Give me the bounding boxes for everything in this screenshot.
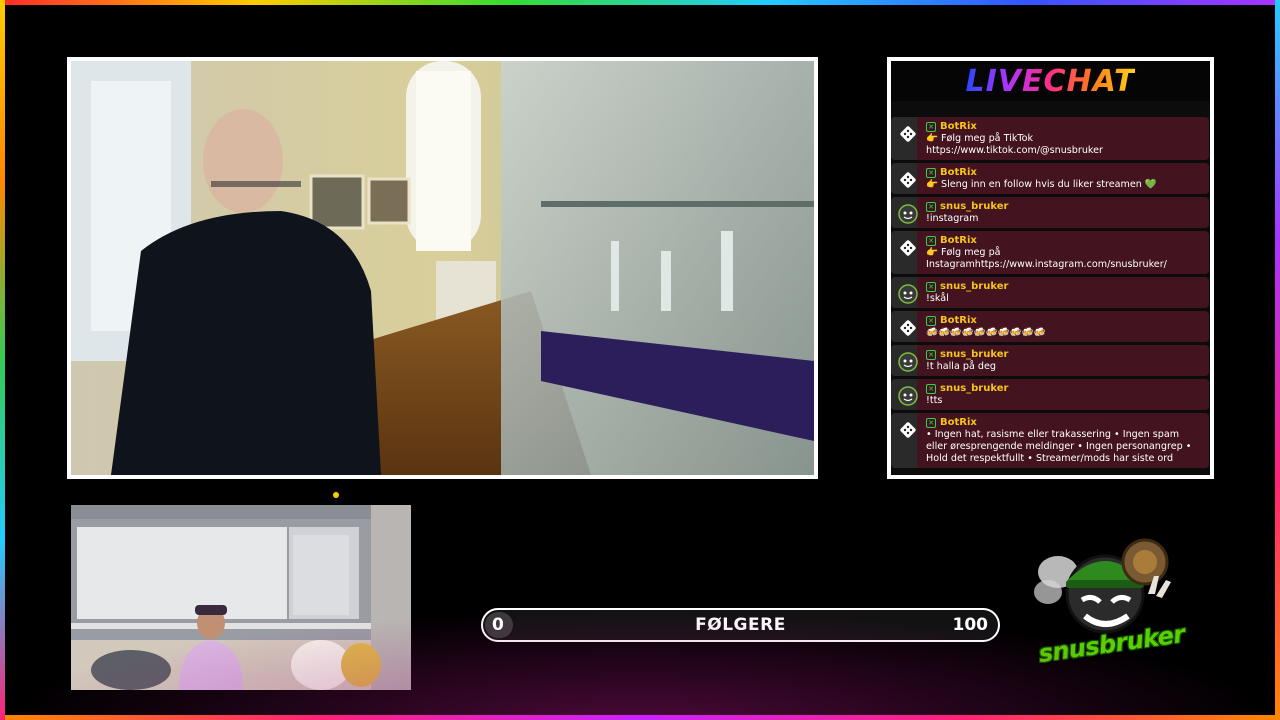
chat-message: ✕ snus_bruker !tts — [891, 379, 1209, 410]
border-bottom — [0, 715, 1280, 720]
webcam-feed — [71, 505, 411, 690]
border-left — [0, 0, 5, 720]
chat-header: LIVECHAT — [891, 61, 1210, 101]
verified-check-icon: ✕ — [926, 282, 936, 292]
chat-username-row: ✕ snus_bruker — [926, 281, 1205, 293]
verified-check-icon: ✕ — [926, 418, 936, 428]
snus-avatar — [897, 203, 919, 225]
follower-goal-current: 0 — [492, 615, 504, 635]
verified-check-icon: ✕ — [926, 202, 936, 212]
chat-username-row: ✕ BotRix — [926, 315, 1205, 327]
chat-message-text: • Ingen hat, rasisme eller trakassering … — [926, 429, 1180, 440]
chat-message-text: !tts — [926, 395, 943, 406]
chat-username[interactable]: snus_bruker — [940, 201, 1008, 213]
chat-message: ✕ snus_bruker !t halla på deg — [891, 345, 1209, 376]
decoration-dot — [333, 492, 339, 498]
chat-username[interactable]: snus_bruker — [940, 281, 1008, 293]
chat-message-text: https://www.tiktok.com/@snusbruker — [926, 145, 1103, 156]
chat-username[interactable]: snus_bruker — [940, 383, 1008, 395]
dice-icon — [897, 317, 919, 339]
chat-username[interactable]: BotRix — [940, 417, 977, 429]
chat-message-text: 👉 Sleng inn en follow hvis du liker stre… — [926, 179, 1157, 190]
dice-icon — [897, 123, 919, 145]
chat-message-text: 🍻🍻🍻🍻🍻🍻🍻🍻🍻🍻 — [926, 327, 1046, 338]
chat-message: ✕ snus_bruker !skål — [891, 277, 1209, 308]
chat-message: ✕ BotRix • Ingen hat, rasisme eller trakas… — [891, 413, 1209, 468]
snusbruker-logo: snusbruker — [1030, 532, 1186, 672]
snus-avatar — [897, 351, 919, 373]
snus-avatar — [897, 385, 919, 407]
chat-username[interactable]: BotRix — [940, 167, 977, 179]
border-top — [0, 0, 1280, 5]
chat-username-row: ✕ snus_bruker — [926, 349, 1205, 361]
dice-icon — [897, 237, 919, 259]
chat-message: ✕ snus_bruker !instagram — [891, 197, 1209, 228]
chat-username[interactable]: BotRix — [940, 235, 977, 247]
chat-message-text: Hold det respektfullt • Streamer/mods ha… — [926, 453, 1174, 464]
chat-message-list: ✕ BotRix 👉 Følg meg på TikTok https://www.t… — [891, 117, 1210, 471]
verified-check-icon: ✕ — [926, 168, 936, 178]
snus-avatar — [897, 283, 919, 305]
chat-message: ✕ BotRix 👉 Følg meg på Instagramhttps://www… — [891, 231, 1209, 274]
chat-username[interactable]: BotRix — [940, 315, 977, 327]
border-right — [1275, 0, 1280, 720]
chat-message-text: !instagram — [926, 213, 979, 224]
chat-username[interactable]: BotRix — [940, 121, 977, 133]
follower-goal-label: FØLGERE — [695, 615, 786, 635]
verified-check-icon: ✕ — [926, 122, 936, 132]
chat-username-row: ✕ BotRix — [926, 417, 1205, 429]
chat-message-text: !skål — [926, 293, 949, 304]
chat-message: ✕ BotRix 👉 Følg meg på TikTok https://www.t… — [891, 117, 1209, 160]
chat-username-row: ✕ BotRix — [926, 167, 1205, 179]
live-chat-panel: ✕ BotRix 👉 Følg meg på TikTok https://www.t… — [887, 57, 1214, 479]
chat-message-text: 👉 Følg meg på TikTok — [926, 133, 1034, 144]
chat-message-text: Instagramhttps://www.instagram.com/snusb… — [926, 259, 1167, 270]
follower-goal-target: 100 — [952, 615, 989, 635]
chat-message: ✕ BotRix 👉 Sleng inn en follow hvis du lik… — [891, 163, 1209, 194]
chat-username-row: ✕ snus_bruker — [926, 201, 1205, 213]
dice-icon — [897, 169, 919, 191]
chat-username-row: ✕ BotRix — [926, 121, 1205, 133]
chat-message-text: eller øresprengende meldinger • Ingen pe… — [926, 441, 1192, 452]
chat-username[interactable]: snus_bruker — [940, 349, 1008, 361]
verified-check-icon: ✕ — [926, 384, 936, 394]
chat-title: LIVECHAT — [965, 63, 1136, 99]
verified-check-icon: ✕ — [926, 236, 936, 246]
follower-goal-bar: 0 FØLGERE 100 — [481, 608, 1000, 642]
chat-message-text: !t halla på deg — [926, 361, 996, 372]
verified-check-icon: ✕ — [926, 316, 936, 326]
chat-username-row: ✕ BotRix — [926, 235, 1205, 247]
main-video-feed[interactable] — [67, 57, 818, 479]
chat-message-text: 👉 Følg meg på — [926, 247, 1001, 258]
verified-check-icon: ✕ — [926, 350, 936, 360]
chat-username-row: ✕ snus_bruker — [926, 383, 1205, 395]
chat-message: ✕ BotRix 🍻🍻🍻🍻🍻🍻🍻🍻🍻🍻 — [891, 311, 1209, 342]
dice-icon — [897, 419, 919, 441]
